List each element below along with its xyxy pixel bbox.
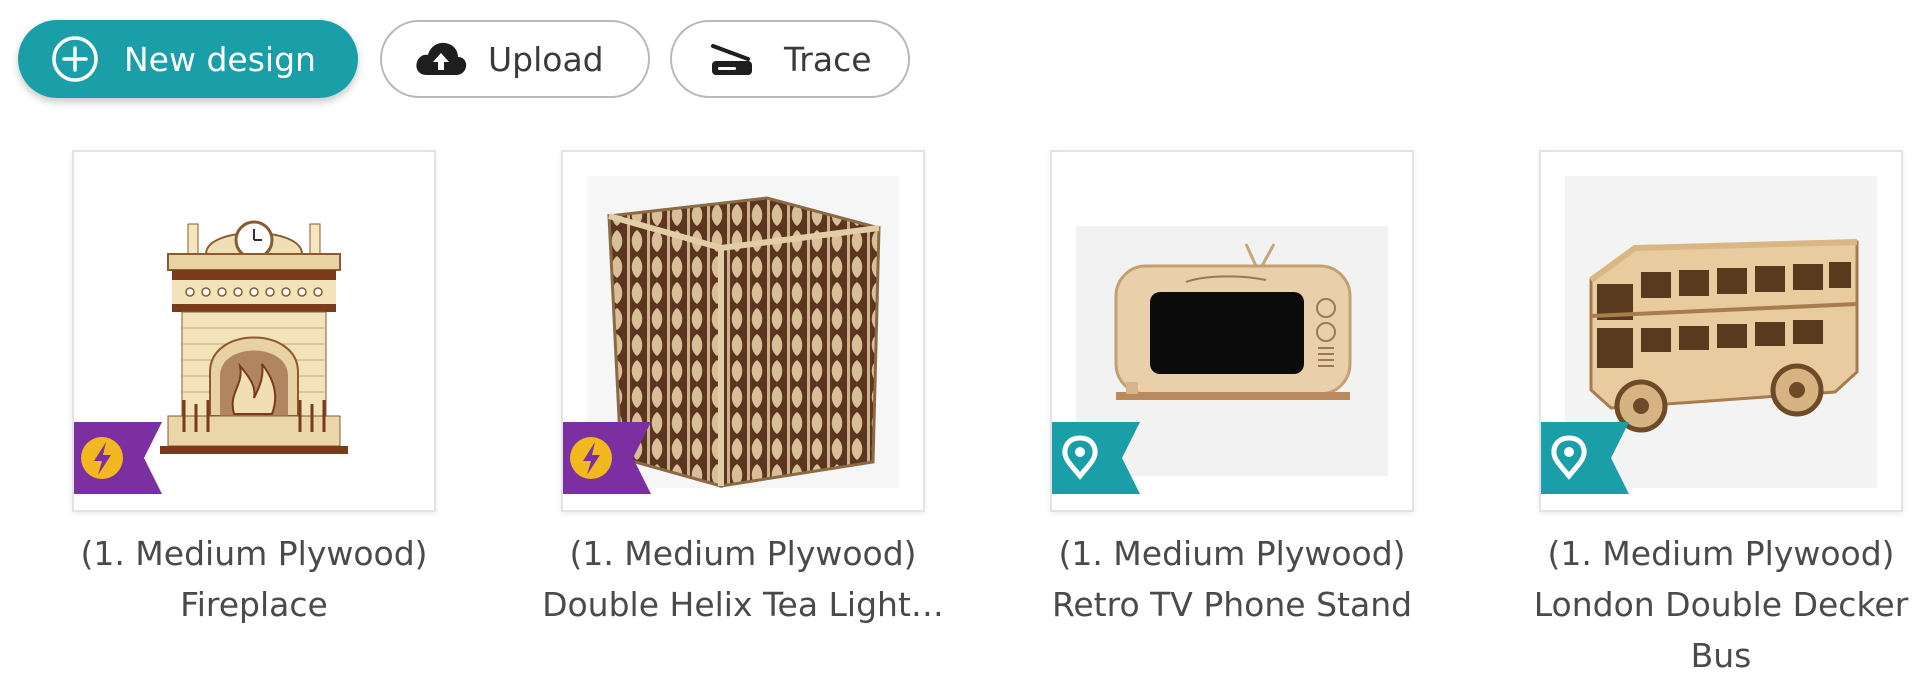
- tag-icon: [1541, 422, 1629, 494]
- design-thumbnail[interactable]: [1539, 150, 1903, 512]
- design-title[interactable]: (1. Medium Plywood) Double Helix Tea Lig…: [541, 528, 945, 630]
- design-grid: (1. Medium Plywood) Fireplace (1. Medium…: [0, 0, 1924, 690]
- design-thumbnail[interactable]: [561, 150, 925, 512]
- lightning-icon: [74, 422, 162, 494]
- design-title[interactable]: (1. Medium Plywood) Fireplace: [52, 528, 456, 630]
- lightning-icon: [563, 422, 651, 494]
- design-title[interactable]: (1. Medium Plywood) London Double Decker…: [1519, 528, 1923, 681]
- tag-icon: [1052, 422, 1140, 494]
- design-thumbnail[interactable]: [72, 150, 436, 512]
- design-title[interactable]: (1. Medium Plywood) Retro TV Phone Stand: [1030, 528, 1434, 630]
- design-thumbnail[interactable]: [1050, 150, 1414, 512]
